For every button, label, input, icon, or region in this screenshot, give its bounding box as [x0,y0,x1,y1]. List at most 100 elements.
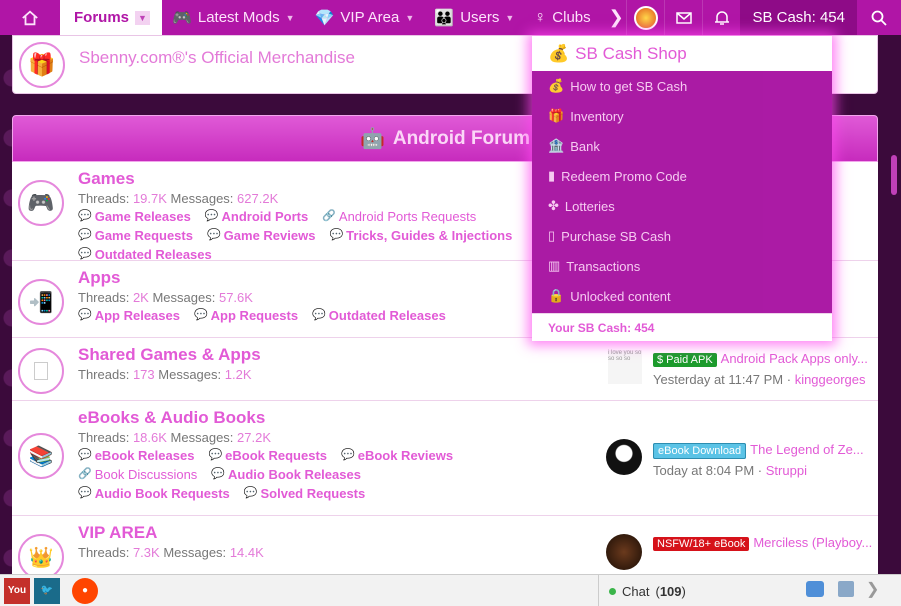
threads-count: 7.3K [132,545,160,560]
user-avatar-button[interactable] [626,0,664,35]
alerts-button[interactable] [702,0,740,35]
chat-button[interactable]: Chat (109) [598,575,798,606]
avatar [633,5,658,30]
gamepad-icon: 🎮 [171,9,192,27]
chat-bubbles-icon: 💬 [211,468,226,480]
last-post-time[interactable]: Yesterday at 11:47 PM [653,372,783,387]
rss-icon[interactable] [838,581,854,597]
last-poster-avatar[interactable] [606,534,642,570]
diamond-icon: 💎 [314,9,335,27]
messages-count: 14.4K [229,545,264,560]
last-poster-avatar[interactable]: i love you so so so so [608,350,642,384]
twitter-icon[interactable]: 🐦 [34,577,60,604]
tab-users[interactable]: 👪 Users ▼ [424,0,524,35]
subforum-link[interactable]: 💬 Tricks, Guides & Injections [329,226,512,245]
chevron-down-icon: ▼ [405,12,415,23]
subforum-link-label: Book Discussions [94,467,198,482]
last-poster-avatar[interactable] [606,439,642,475]
menu-item-redeem-promo[interactable]: ▮ Redeem Promo Code [532,161,832,191]
subforum-link[interactable]: 💬 Android Ports [205,207,308,226]
menu-item-label: Redeem Promo Code [561,168,687,184]
last-poster-name[interactable]: kinggeorges [795,372,866,387]
tab-vip-area[interactable]: 💎 VIP Area ▼ [305,0,425,35]
subforum-link[interactable]: 💬 Outdated Releases [312,306,446,325]
menu-item-inventory[interactable]: 🎁 Inventory [532,101,832,131]
prefix-badge[interactable]: NSFW/18+ eBook [653,537,750,551]
subforum-link[interactable]: 💬 eBook Reviews [341,446,453,465]
subforum-link[interactable]: 💬 Audio Book Releases [211,465,361,484]
merch-title[interactable]: Sbenny.com®'s Official Merchandise [79,48,355,68]
home-button[interactable] [0,0,60,35]
scrollbar-thumb[interactable] [891,155,897,195]
forum-row-shared: Shared Games & Apps Threads: 173 Message… [12,338,878,401]
home-icon [22,10,38,25]
messages-label: Messages: [170,191,234,206]
forum-row-vip: 👑 VIP AREA Threads: 7.3K Messages: 14.4K… [12,516,878,580]
menu-item-transactions[interactable]: ▥ Transactions [532,251,832,281]
subforum-link[interactable]: 💬 App Requests [194,306,298,325]
subforum-link[interactable]: 💬 Audio Book Requests [78,484,230,503]
chevron-down-icon[interactable]: ▼ [135,10,150,25]
forum-title[interactable]: Shared Games & Apps [78,344,261,366]
threads-label: Threads: [78,367,130,382]
tab-forums[interactable]: Forums ▼ [60,0,162,35]
menu-item-label: Lotteries [564,198,615,214]
forum-title[interactable]: VIP AREA [78,522,264,544]
forum-title[interactable]: Apps [78,267,528,289]
dropdown-title[interactable]: 💰 SB Cash Shop [532,36,832,71]
search-button[interactable] [857,0,901,35]
subforum-link[interactable]: 💬 Game Requests [78,226,193,245]
youtube-icon[interactable]: You [4,577,30,604]
nav-right-group: SB Cash: 454 [626,0,901,35]
chat-bubbles-icon: 💬 [204,210,219,222]
chat-bubble-icon[interactable] [806,581,824,597]
subforum-link-label: Audio Book Releases [228,467,361,482]
subforum-link-label: Android Ports [221,209,309,224]
subforum-link[interactable]: 🔗 Book Discussions [78,465,197,484]
chevron-right-icon[interactable]: ❯ [866,579,879,599]
sb-cash-button[interactable]: SB Cash: 454 [740,0,857,35]
menu-item-lotteries[interactable]: ✤ Lotteries [532,191,832,221]
moneybag-icon: 💰 [548,78,565,93]
chat-count: 109 [659,583,682,599]
subforum-link[interactable]: 💬 Game Releases [78,207,191,226]
square-icon [34,362,48,380]
subforum-link[interactable]: 💬 Solved Requests [244,484,365,503]
bank-icon: 🏦 [548,138,565,153]
prefix-badge[interactable]: eBook Download [653,443,747,459]
subforum-link[interactable]: 💬 eBook Releases [78,446,194,465]
chat-bubbles-icon: 💬 [243,487,258,499]
last-post-time[interactable]: Today at 8:04 PM [653,463,754,478]
inbox-button[interactable] [664,0,702,35]
subforum-link[interactable]: 🔗 Android Ports Requests [322,207,476,226]
subforum-link-label: Game Reviews [223,228,316,243]
last-thread-link[interactable]: The Legend of Ze... [750,442,863,457]
menu-item-bank[interactable]: 🏦 Bank [532,131,832,161]
menu-item-purchase[interactable]: ▯ Purchase SB Cash [532,221,832,251]
users-icon: 👪 [434,9,455,27]
menu-item-label: Transactions [566,258,641,274]
subforum-link[interactable]: 💬 Game Reviews [207,226,315,245]
last-thread-link[interactable]: Android Pack Apps only... [721,351,868,366]
chat-bubbles-icon: 💬 [78,229,92,241]
phone-icon: 📲 [28,291,54,314]
tab-clubs[interactable]: ♀ Clubs [524,0,600,35]
forum-title[interactable]: Games [78,168,528,190]
forum-title[interactable]: eBooks & Audio Books [78,407,528,429]
subforum-link-label: App Requests [210,308,299,323]
prefix-badge[interactable]: $ Paid APK [653,353,717,367]
subforum-link[interactable]: 💬 App Releases [78,306,180,325]
subforum-link[interactable]: 💬 eBook Requests [208,446,327,465]
menu-item-unlocked[interactable]: 🔒 Unlocked content [532,281,832,311]
threads-count: 2K [132,290,149,305]
chat-bubbles-icon: 💬 [208,449,223,461]
menu-item-how-to-get[interactable]: 💰 How to get SB Cash [532,71,832,101]
page-scrollbar[interactable] [879,35,901,574]
subforum-link-label: Audio Book Requests [94,486,230,501]
subforum-link-label: eBook Reviews [357,448,454,463]
reddit-icon[interactable]: ● [72,577,98,604]
subforum-link-label: Game Requests [94,228,193,243]
last-thread-link[interactable]: Merciless (Playboy... [753,535,872,550]
last-poster-name[interactable]: Struppi [766,463,807,478]
tab-latest-mods[interactable]: 🎮 Latest Mods ▼ [162,0,305,35]
